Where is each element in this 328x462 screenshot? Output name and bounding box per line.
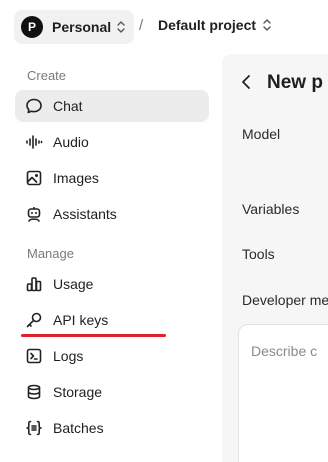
org-switcher[interactable]: P Personal [14, 10, 134, 44]
sidebar-item-label: Audio [53, 134, 89, 150]
sidebar-item-storage[interactable]: Storage [15, 376, 209, 408]
sidebar-item-audio[interactable]: Audio [15, 126, 209, 158]
developer-message-label: Developer me [242, 292, 328, 308]
page-title: New p [267, 72, 323, 93]
project-switcher[interactable]: Default project [158, 17, 272, 33]
model-label: Model [242, 126, 281, 142]
sidebar-item-label: Assistants [53, 206, 117, 222]
sidebar-item-images[interactable]: Images [15, 162, 209, 194]
sidebar: Create Chat Audio Images Assistants Mana… [0, 54, 222, 462]
variables-label: Variables [242, 201, 300, 217]
project-name: Default project [158, 17, 257, 33]
sidebar-item-label: API keys [53, 312, 109, 328]
sidebar-item-label: Images [53, 170, 99, 186]
top-bar: P Personal / Default project [0, 0, 328, 54]
braces-icon [25, 419, 43, 437]
bar-chart-icon [25, 275, 43, 293]
tools-label: Tools [242, 246, 275, 262]
sidebar-item-chat[interactable]: Chat [15, 90, 209, 122]
avatar: P [21, 16, 43, 38]
back-arrow-icon[interactable] [240, 74, 252, 95]
database-icon [25, 383, 43, 401]
robot-icon [25, 205, 43, 223]
sidebar-item-label: Chat [53, 98, 83, 114]
chat-bubble-icon [25, 97, 43, 115]
section-label-manage: Manage [27, 246, 74, 261]
waveform-icon [25, 133, 43, 151]
sidebar-item-api-keys[interactable]: API keys [15, 304, 209, 336]
sidebar-item-usage[interactable]: Usage [15, 268, 209, 300]
org-name: Personal [52, 19, 112, 35]
sidebar-item-label: Logs [53, 348, 84, 364]
main-panel: New p Model Variables Tools Developer me… [222, 54, 328, 462]
highlight-underline [21, 334, 166, 337]
breadcrumb-separator: / [139, 17, 144, 34]
sidebar-item-label: Storage [53, 384, 103, 400]
sidebar-item-logs[interactable]: Logs [15, 340, 209, 372]
sidebar-item-batches[interactable]: Batches [15, 412, 209, 444]
key-icon [25, 311, 43, 329]
chevron-up-down-icon [262, 18, 272, 32]
chevron-up-down-icon [116, 20, 126, 34]
developer-message-placeholder: Describe c [251, 343, 318, 359]
sidebar-item-label: Batches [53, 420, 104, 436]
developer-message-input[interactable]: Describe c [238, 324, 328, 462]
image-icon [25, 169, 43, 187]
section-label-create: Create [27, 68, 67, 83]
sidebar-item-assistants[interactable]: Assistants [15, 198, 209, 230]
sidebar-item-label: Usage [53, 276, 94, 292]
terminal-icon [25, 347, 43, 365]
